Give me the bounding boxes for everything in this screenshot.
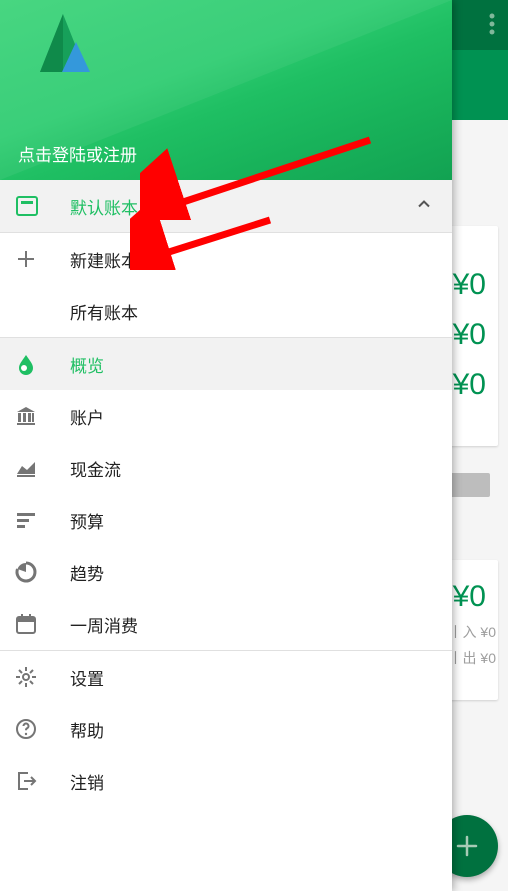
footer-logout-label: 注销 xyxy=(70,769,104,794)
nav-trend[interactable]: 趋势 xyxy=(0,546,452,598)
nav-budget[interactable]: 预算 xyxy=(0,494,452,546)
footer-settings-label: 设置 xyxy=(70,665,104,690)
nav-budget-label: 预算 xyxy=(70,508,104,533)
footer-help[interactable]: 帮助 xyxy=(0,703,452,755)
chevron-up-icon xyxy=(416,196,432,217)
nav-accounts-label: 账户 xyxy=(70,404,104,429)
gear-icon xyxy=(14,665,56,689)
ledger-new-label: 新建账本 xyxy=(70,247,138,272)
overflow-menu-icon[interactable] xyxy=(482,4,502,44)
bg-amount-4: ¥0 xyxy=(453,580,486,614)
footer-logout[interactable]: 注销 xyxy=(0,755,452,807)
nav-trend-label: 趋势 xyxy=(70,560,104,585)
ledger-default[interactable]: 默认账本 xyxy=(0,180,452,232)
chart-area-icon xyxy=(14,456,56,480)
ledger-all[interactable]: 所有账本 xyxy=(0,285,452,337)
nav-weekly-label: 一周消费 xyxy=(70,612,138,637)
bg-income-text: 丨入 ¥0 xyxy=(449,622,496,642)
plus-icon xyxy=(453,832,481,860)
ledger-new[interactable]: 新建账本 xyxy=(0,233,452,285)
login-register-link[interactable]: 点击登陆或注册 xyxy=(18,141,137,166)
footer-help-label: 帮助 xyxy=(70,717,104,742)
nav-weekly[interactable]: 一周消费 xyxy=(0,598,452,650)
footer-settings[interactable]: 设置 xyxy=(0,651,452,703)
nav-cashflow[interactable]: 现金流 xyxy=(0,442,452,494)
nav-accounts[interactable]: 账户 xyxy=(0,390,452,442)
nav-cashflow-label: 现金流 xyxy=(70,456,121,481)
drawer-header[interactable]: 点击登陆或注册 xyxy=(0,0,452,180)
nav-overview-label: 概览 xyxy=(70,352,104,377)
bg-amount-2: ¥0 xyxy=(453,318,486,352)
nav-overview[interactable]: 概览 xyxy=(0,338,452,390)
logout-icon xyxy=(14,769,56,793)
bars-icon xyxy=(14,508,56,532)
plus-icon xyxy=(14,247,56,271)
help-icon xyxy=(14,717,56,741)
trend-icon xyxy=(14,560,56,584)
bank-icon xyxy=(14,404,56,428)
bg-expense-text: 丨出 ¥0 xyxy=(449,648,496,668)
bg-amount-3: ¥0 xyxy=(453,368,486,402)
navigation-drawer: 点击登陆或注册 默认账本 新建账本 所有账本 概览 账户 xyxy=(0,0,452,891)
droplet-icon xyxy=(14,352,56,376)
bg-amount-1: ¥0 xyxy=(453,268,486,302)
app-logo-icon xyxy=(28,8,98,82)
calendar-icon xyxy=(14,612,56,636)
ledger-default-label: 默认账本 xyxy=(70,194,138,219)
ledger-all-label: 所有账本 xyxy=(70,299,138,324)
ledger-icon xyxy=(14,193,56,219)
